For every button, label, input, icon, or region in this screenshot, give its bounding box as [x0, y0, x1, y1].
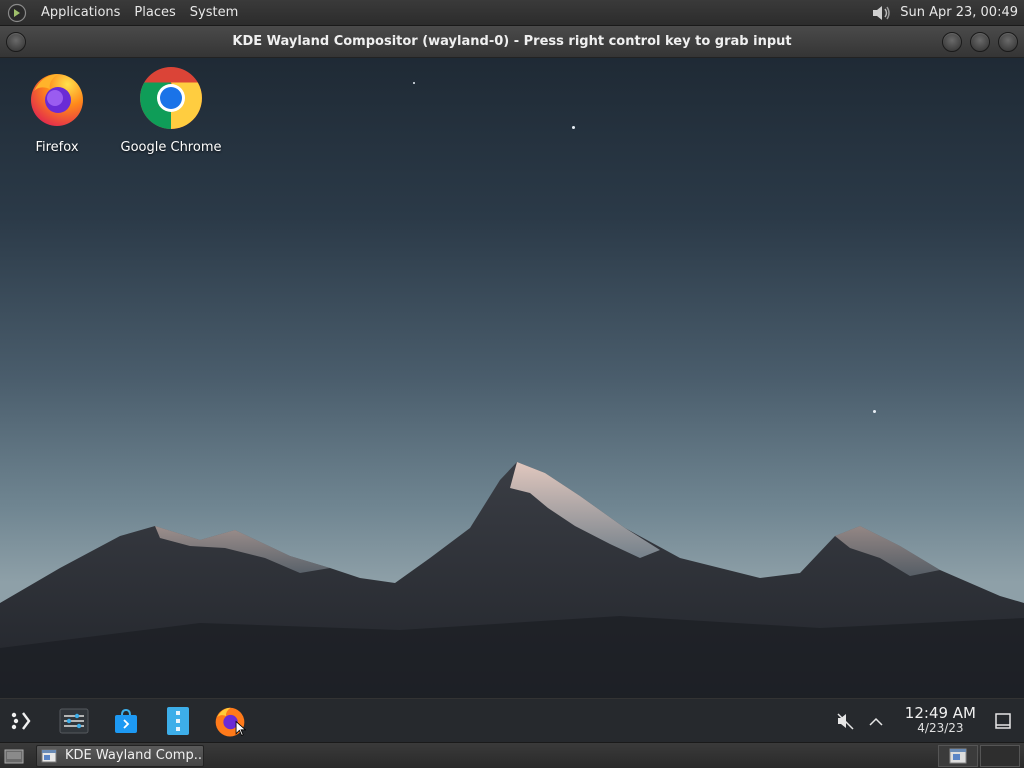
system-menu[interactable]: System — [183, 5, 245, 20]
volume-muted-icon[interactable] — [835, 710, 857, 732]
maximize-button[interactable] — [970, 32, 990, 52]
system-settings-icon[interactable] — [56, 703, 92, 739]
gnome-foot-icon[interactable] — [6, 2, 28, 24]
chrome-icon — [139, 66, 203, 130]
clock-time: 12:49 AM — [904, 704, 976, 723]
star — [873, 410, 876, 413]
desktop-icon-label: Firefox — [35, 140, 79, 155]
window-title-bar[interactable]: KDE Wayland Compositor (wayland-0) - Pre… — [0, 26, 1024, 58]
workspace-2[interactable] — [980, 744, 1020, 767]
workspace-switcher-icon[interactable] — [938, 744, 978, 767]
places-menu[interactable]: Places — [127, 5, 182, 20]
taskbar-button-label: KDE Wayland Comp... — [65, 748, 204, 763]
clock-date: 4/23/23 — [917, 721, 964, 736]
workspace-switcher[interactable] — [938, 744, 978, 767]
app-launcher-icon[interactable] — [4, 703, 40, 739]
top-panel: Applications Places System Sun Apr 23, 0… — [0, 0, 1024, 26]
file-manager-icon[interactable] — [160, 703, 196, 739]
applications-menu[interactable]: Applications — [34, 5, 127, 20]
speaker-icon[interactable] — [870, 2, 894, 24]
mountain-wallpaper — [0, 462, 1024, 698]
window-icon — [41, 748, 57, 764]
window-title: KDE Wayland Compositor (wayland-0) - Pre… — [232, 34, 792, 49]
show-desktop-icon[interactable] — [2, 745, 26, 767]
close-button[interactable] — [998, 32, 1018, 52]
plasma-clock[interactable]: 12:49 AM 4/23/23 — [904, 704, 976, 736]
star — [413, 82, 415, 84]
taskbar-button-kde-wayland[interactable]: KDE Wayland Comp... — [36, 744, 204, 767]
discover-icon[interactable] — [108, 703, 144, 739]
peek-desktop-icon[interactable] — [992, 710, 1014, 732]
window-menu-button[interactable] — [6, 32, 26, 52]
desktop-icon-firefox[interactable]: Firefox — [2, 66, 112, 155]
top-clock[interactable]: Sun Apr 23, 00:49 — [900, 5, 1018, 20]
expand-tray-icon[interactable] — [865, 710, 887, 732]
plasma-panel: 12:49 AM 4/23/23 — [0, 698, 1024, 742]
bottom-taskbar: KDE Wayland Comp... — [0, 742, 1024, 768]
desktop[interactable]: Firefox Google Chrome — [0, 58, 1024, 698]
star — [572, 126, 575, 129]
firefox-icon[interactable] — [212, 703, 248, 739]
desktop-icon-chrome[interactable]: Google Chrome — [116, 66, 226, 155]
desktop-icon-label: Google Chrome — [120, 140, 222, 155]
firefox-icon — [25, 66, 89, 130]
minimize-button[interactable] — [942, 32, 962, 52]
